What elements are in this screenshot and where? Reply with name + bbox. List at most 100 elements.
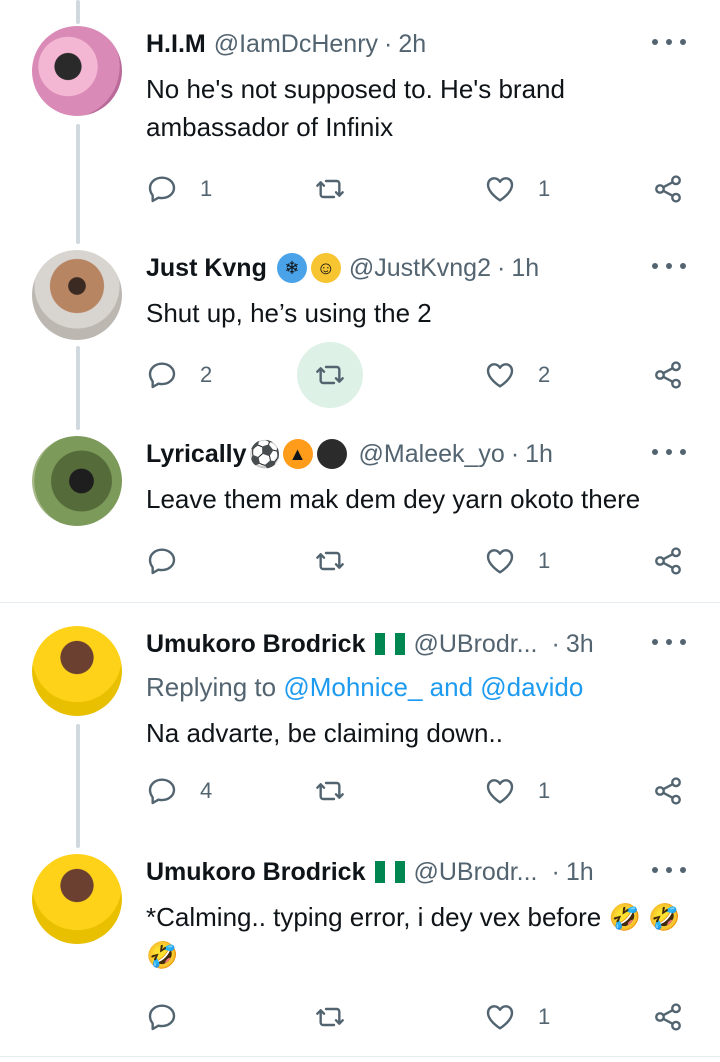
tweet-header: H.I.M @IamDcHenry · 2h — [146, 24, 426, 64]
more-options-icon[interactable] — [652, 256, 686, 276]
tweet-header: Just Kvng ❄ ☺ @JustKvng2 · 1h — [146, 248, 539, 288]
like-count: 1 — [538, 548, 551, 573]
like-count: 1 — [538, 778, 551, 803]
share-button[interactable] — [652, 164, 684, 214]
timestamp[interactable]: 1h — [566, 858, 594, 887]
handle[interactable]: @JustKvng2 — [349, 254, 491, 283]
like-button[interactable]: 2 — [484, 350, 550, 400]
handle[interactable]: @UBrodr... — [413, 858, 537, 887]
separator-dot: · — [551, 629, 560, 658]
display-name[interactable]: Umukoro Brodrick — [146, 630, 365, 659]
heart-icon — [486, 177, 514, 202]
replying-to-users-link[interactable]: @Mohnice_ and @davido — [283, 672, 583, 702]
tweet-actions: 1 — [146, 536, 686, 586]
tweet-text: No he's not supposed to. He's brand amba… — [146, 74, 565, 142]
retweet-button[interactable] — [314, 536, 346, 586]
heart-icon — [486, 1005, 514, 1030]
handle[interactable]: @Maleek_yo — [359, 440, 505, 469]
divider — [0, 1056, 720, 1057]
display-name[interactable]: Just Kvng — [146, 254, 267, 283]
reply-button[interactable]: 2 — [146, 350, 212, 400]
tweet-actions: 1 1 — [146, 164, 686, 214]
retweet-button[interactable] — [314, 164, 346, 214]
like-count: 1 — [538, 176, 551, 201]
tweet[interactable]: Lyrically ⚽ ▲ @Maleek_yo · 1h Leave them… — [0, 434, 720, 604]
separator-dot: · — [384, 29, 393, 58]
tweet-actions: 1 — [146, 992, 686, 1042]
separator-dot: · — [496, 253, 506, 282]
like-button[interactable]: 1 — [484, 164, 550, 214]
like-button[interactable]: 1 — [484, 766, 550, 816]
avatar[interactable] — [32, 250, 122, 340]
more-options-icon[interactable] — [652, 860, 686, 880]
reply-icon — [148, 176, 176, 203]
share-button[interactable] — [652, 536, 684, 586]
reply-icon — [148, 362, 176, 389]
heart-icon — [486, 549, 514, 574]
like-count: 2 — [538, 362, 551, 387]
share-button[interactable] — [652, 350, 684, 400]
reply-button[interactable] — [146, 992, 200, 1042]
timestamp[interactable]: 1h — [511, 254, 539, 283]
reply-button[interactable]: 4 — [146, 766, 212, 816]
avatar[interactable] — [32, 626, 122, 716]
avatar[interactable] — [32, 26, 122, 116]
divider — [0, 602, 720, 603]
reply-count: 2 — [200, 362, 213, 387]
soccer-ball-emoji: ⚽ — [248, 439, 281, 469]
avatar[interactable] — [32, 436, 122, 526]
tweet-actions: 4 1 — [146, 766, 686, 816]
retweet-icon — [316, 781, 344, 801]
tweet[interactable]: Umukoro Brodrick @UBrodr... · 3h Replyin… — [0, 624, 720, 834]
more-options-icon[interactable] — [652, 32, 686, 52]
tweet[interactable]: Just Kvng ❄ ☺ @JustKvng2 · 1h Shut up, h… — [0, 248, 720, 418]
share-icon — [655, 175, 681, 203]
timestamp[interactable]: 3h — [566, 630, 594, 659]
retweet-button[interactable] — [297, 342, 363, 408]
replying-to: Replying to @Mohnice_ and @davido — [146, 672, 583, 703]
reply-icon — [148, 1004, 176, 1031]
share-button[interactable] — [652, 992, 684, 1042]
display-name[interactable]: Umukoro Brodrick — [146, 858, 365, 887]
separator-dot: · — [510, 439, 520, 468]
cold-face-emoji: ❄ — [276, 253, 307, 283]
timestamp[interactable]: 1h — [525, 440, 553, 469]
avatar[interactable] — [32, 854, 122, 944]
timestamp[interactable]: 2h — [398, 30, 426, 59]
nigeria-flag-emoji — [375, 633, 406, 655]
like-button[interactable]: 1 — [484, 992, 550, 1042]
handle[interactable]: @UBrodr... — [413, 630, 537, 659]
reply-count: 1 — [200, 176, 213, 201]
tweet[interactable]: H.I.M @IamDcHenry · 2h No he's not suppo… — [0, 24, 720, 224]
retweet-icon — [316, 179, 344, 199]
share-icon — [655, 361, 681, 389]
share-icon — [655, 547, 681, 575]
thread-line — [76, 0, 80, 24]
replying-to-label: Replying to — [146, 672, 284, 702]
share-button[interactable] — [652, 766, 684, 816]
tweet[interactable]: Umukoro Brodrick @UBrodr... · 1h *Calmin… — [0, 852, 720, 1052]
tweet-text: *Calming.. typing error, i dey vex befor… — [146, 902, 681, 970]
drooling-face-emoji: ☺ — [310, 253, 341, 283]
display-name[interactable]: H.I.M — [146, 30, 206, 59]
retweet-button[interactable] — [314, 766, 346, 816]
tweet-text: Shut up, he’s using the 2 — [146, 298, 432, 328]
display-name[interactable]: Lyrically — [146, 440, 247, 469]
like-button[interactable]: 1 — [484, 536, 550, 586]
more-options-icon[interactable] — [652, 632, 686, 652]
share-icon — [655, 777, 681, 805]
reply-icon — [148, 548, 176, 575]
share-icon — [655, 1003, 681, 1031]
tweet-text: Leave them mak dem dey yarn okoto there — [146, 484, 641, 514]
tweet-header: Umukoro Brodrick @UBrodr... · 3h — [146, 624, 594, 664]
heart-icon — [486, 779, 514, 804]
fire-emoji: ▲ — [282, 439, 313, 469]
more-options-icon[interactable] — [652, 442, 686, 462]
bomb-emoji — [316, 439, 347, 469]
reply-button[interactable]: 1 — [146, 164, 212, 214]
handle[interactable]: @IamDcHenry — [214, 30, 378, 59]
retweet-button[interactable] — [314, 992, 346, 1042]
reply-button[interactable] — [146, 536, 200, 586]
heart-icon — [486, 363, 514, 388]
reply-icon — [148, 778, 176, 805]
